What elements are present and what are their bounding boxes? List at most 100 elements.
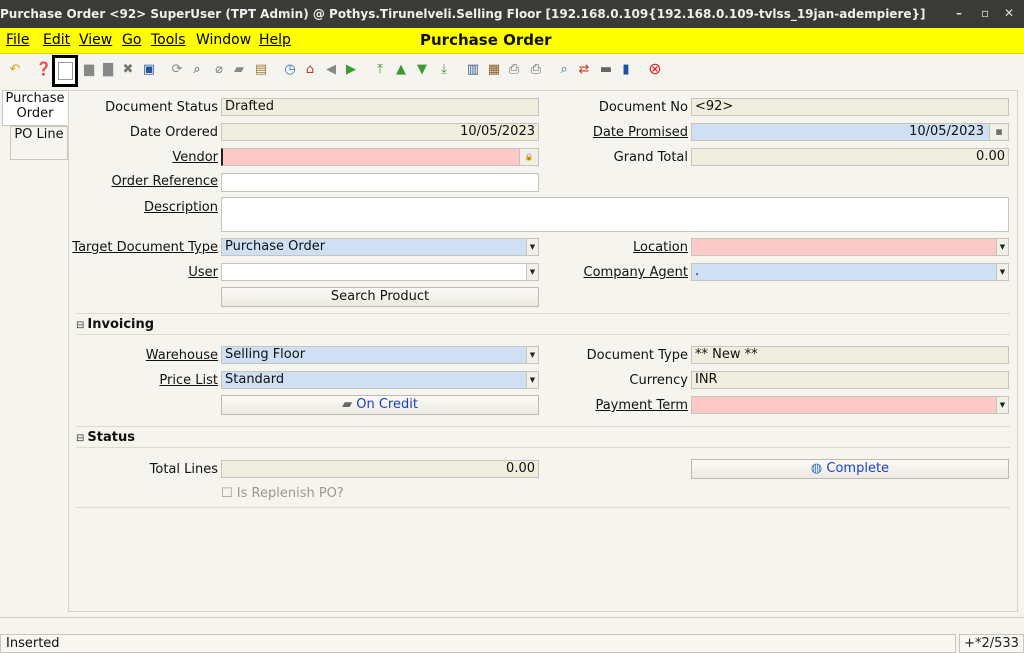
invoicing-section-header[interactable]: ⊟ Invoicing: [76, 317, 154, 332]
print-preview-icon[interactable]: ⎙: [505, 60, 523, 78]
previous-record-icon[interactable]: ▲: [392, 60, 410, 78]
report-icon[interactable]: ▥: [464, 60, 482, 78]
replenish-checkbox[interactable]: ☐ Is Replenish PO?: [221, 486, 344, 501]
print-icon[interactable]: ⎙: [527, 60, 545, 78]
next-record-icon[interactable]: ▼: [413, 60, 431, 78]
status-section-header[interactable]: ⊟ Status: [76, 430, 135, 445]
document-no-field: <92>: [691, 98, 1009, 116]
chevron-down-icon[interactable]: ▼: [996, 264, 1008, 280]
order-reference-input[interactable]: [221, 173, 539, 192]
menu-window[interactable]: Window: [196, 32, 251, 48]
order-reference-label: Order Reference: [111, 174, 218, 189]
search-product-button[interactable]: Search Product: [221, 287, 539, 307]
payment-term-label: Payment Term: [595, 398, 688, 413]
toolbar: ↶ ❓ ▆ ▇ ✖ ▣ ⟳ ⌕ ⌀ ▰ ▤ ◷ ⌂ ◀ ▶ ⤒ ▲ ▼ ⤓ ▥ …: [0, 54, 1024, 87]
date-ordered-label: Date Ordered: [129, 125, 218, 140]
history-icon[interactable]: ◷: [281, 60, 299, 78]
target-document-type-select[interactable]: Purchase Order ▼: [221, 238, 539, 256]
delete-icon[interactable]: ▇: [99, 60, 117, 78]
archive-icon[interactable]: ▦: [485, 60, 503, 78]
company-agent-select[interactable]: . ▼: [691, 263, 1009, 281]
chevron-down-icon[interactable]: ▼: [996, 397, 1008, 413]
section-divider: [76, 426, 1010, 427]
chevron-down-icon[interactable]: ▼: [526, 347, 538, 363]
location-select[interactable]: ▼: [691, 238, 1009, 256]
document-status-label: Document Status: [105, 100, 218, 115]
price-list-select[interactable]: Standard ▼: [221, 371, 539, 389]
undo-icon[interactable]: ↶: [6, 60, 24, 78]
zoom-across-icon[interactable]: ⌕: [555, 60, 573, 78]
credit-card-icon: ▰: [342, 397, 357, 412]
grid-toggle-icon[interactable]: ▤: [252, 60, 270, 78]
forward-icon[interactable]: ▶: [342, 60, 360, 78]
product-info-icon[interactable]: ▮: [617, 60, 635, 78]
location-label: Location: [633, 240, 688, 255]
last-record-icon[interactable]: ⤓: [435, 60, 453, 78]
home-icon[interactable]: ⌂: [301, 60, 319, 78]
target-document-type-value: Purchase Order: [225, 239, 326, 254]
grand-total-field: 0.00: [691, 148, 1009, 166]
menu-go[interactable]: Go: [122, 32, 141, 48]
vendor-field[interactable]: 🔒: [221, 148, 539, 166]
maximize-icon[interactable]: ▫: [981, 6, 989, 20]
currency-field: INR: [691, 371, 1009, 389]
attachment-icon[interactable]: ⌀: [210, 60, 228, 78]
warehouse-select[interactable]: Selling Floor ▼: [221, 346, 539, 364]
new-record-icon[interactable]: [52, 55, 78, 87]
collapse-icon[interactable]: ⊟: [76, 320, 84, 331]
close-window-icon[interactable]: ⊗: [646, 60, 664, 78]
date-ordered-field: 10/05/2023: [221, 123, 539, 141]
tab-po-line[interactable]: PO Line: [10, 126, 68, 160]
menu-file[interactable]: File: [6, 32, 29, 48]
total-lines-field: 0.00: [221, 460, 539, 478]
first-record-icon[interactable]: ⤒: [371, 60, 389, 78]
document-type-field: ** New **: [691, 346, 1009, 364]
payment-term-select[interactable]: ▼: [691, 396, 1009, 414]
workflow-icon[interactable]: ⇄: [575, 60, 593, 78]
chevron-down-icon[interactable]: ▼: [526, 239, 538, 255]
total-lines-label: Total Lines: [149, 462, 218, 477]
lock-icon[interactable]: 🔒: [519, 149, 538, 165]
document-status-field: Drafted: [221, 98, 539, 116]
checkbox-icon[interactable]: ☐: [221, 486, 233, 501]
tab-purchase-order[interactable]: Purchase Order: [2, 90, 67, 126]
find-icon[interactable]: ⌕: [188, 60, 206, 78]
record-count[interactable]: +*2/533: [959, 634, 1024, 653]
menubar: File Edit View Go Tools Window Help Purc…: [0, 28, 1024, 54]
delete-selection-icon[interactable]: ✖: [119, 60, 137, 78]
refresh-icon[interactable]: ⟳: [168, 60, 186, 78]
copy-record-icon[interactable]: ▆: [80, 60, 98, 78]
chevron-down-icon[interactable]: ▼: [526, 372, 538, 388]
requests-icon[interactable]: ▬: [597, 60, 615, 78]
minimize-icon[interactable]: –: [956, 6, 962, 20]
calendar-icon[interactable]: ▦: [989, 124, 1008, 140]
document-type-label: Document Type: [586, 348, 688, 363]
menu-edit[interactable]: Edit: [43, 32, 70, 48]
complete-button[interactable]: ◍ Complete: [691, 459, 1009, 479]
vendor-label: Vendor: [172, 150, 218, 165]
grand-total-label: Grand Total: [613, 150, 688, 165]
chat-icon[interactable]: ▰: [230, 60, 248, 78]
chevron-down-icon[interactable]: ▼: [996, 239, 1008, 255]
window-title: Purchase Order <92> SuperUser (TPT Admin…: [0, 7, 926, 21]
menu-tools[interactable]: Tools: [151, 32, 186, 48]
chevron-down-icon[interactable]: ▼: [526, 264, 538, 280]
back-icon[interactable]: ◀: [322, 60, 340, 78]
payment-rule-button[interactable]: ▰ On Credit: [221, 395, 539, 415]
user-select[interactable]: ▼: [221, 263, 539, 281]
description-input[interactable]: [221, 197, 1009, 232]
menu-help[interactable]: Help: [259, 32, 291, 48]
user-label: User: [188, 265, 218, 280]
close-icon[interactable]: ✕: [1004, 6, 1014, 20]
target-document-type-label: Target Document Type: [72, 240, 218, 255]
help-icon[interactable]: ❓: [35, 60, 53, 78]
status-bar: Inserted: [0, 634, 956, 653]
date-promised-value: 10/05/2023: [909, 124, 984, 139]
menu-view[interactable]: View: [79, 32, 112, 48]
status-section-title: Status: [87, 430, 135, 445]
company-agent-label: Company Agent: [583, 265, 688, 280]
warehouse-label: Warehouse: [145, 348, 218, 363]
save-icon[interactable]: ▣: [140, 60, 158, 78]
collapse-icon[interactable]: ⊟: [76, 433, 84, 444]
date-promised-field[interactable]: 10/05/2023 ▦: [691, 123, 1009, 141]
